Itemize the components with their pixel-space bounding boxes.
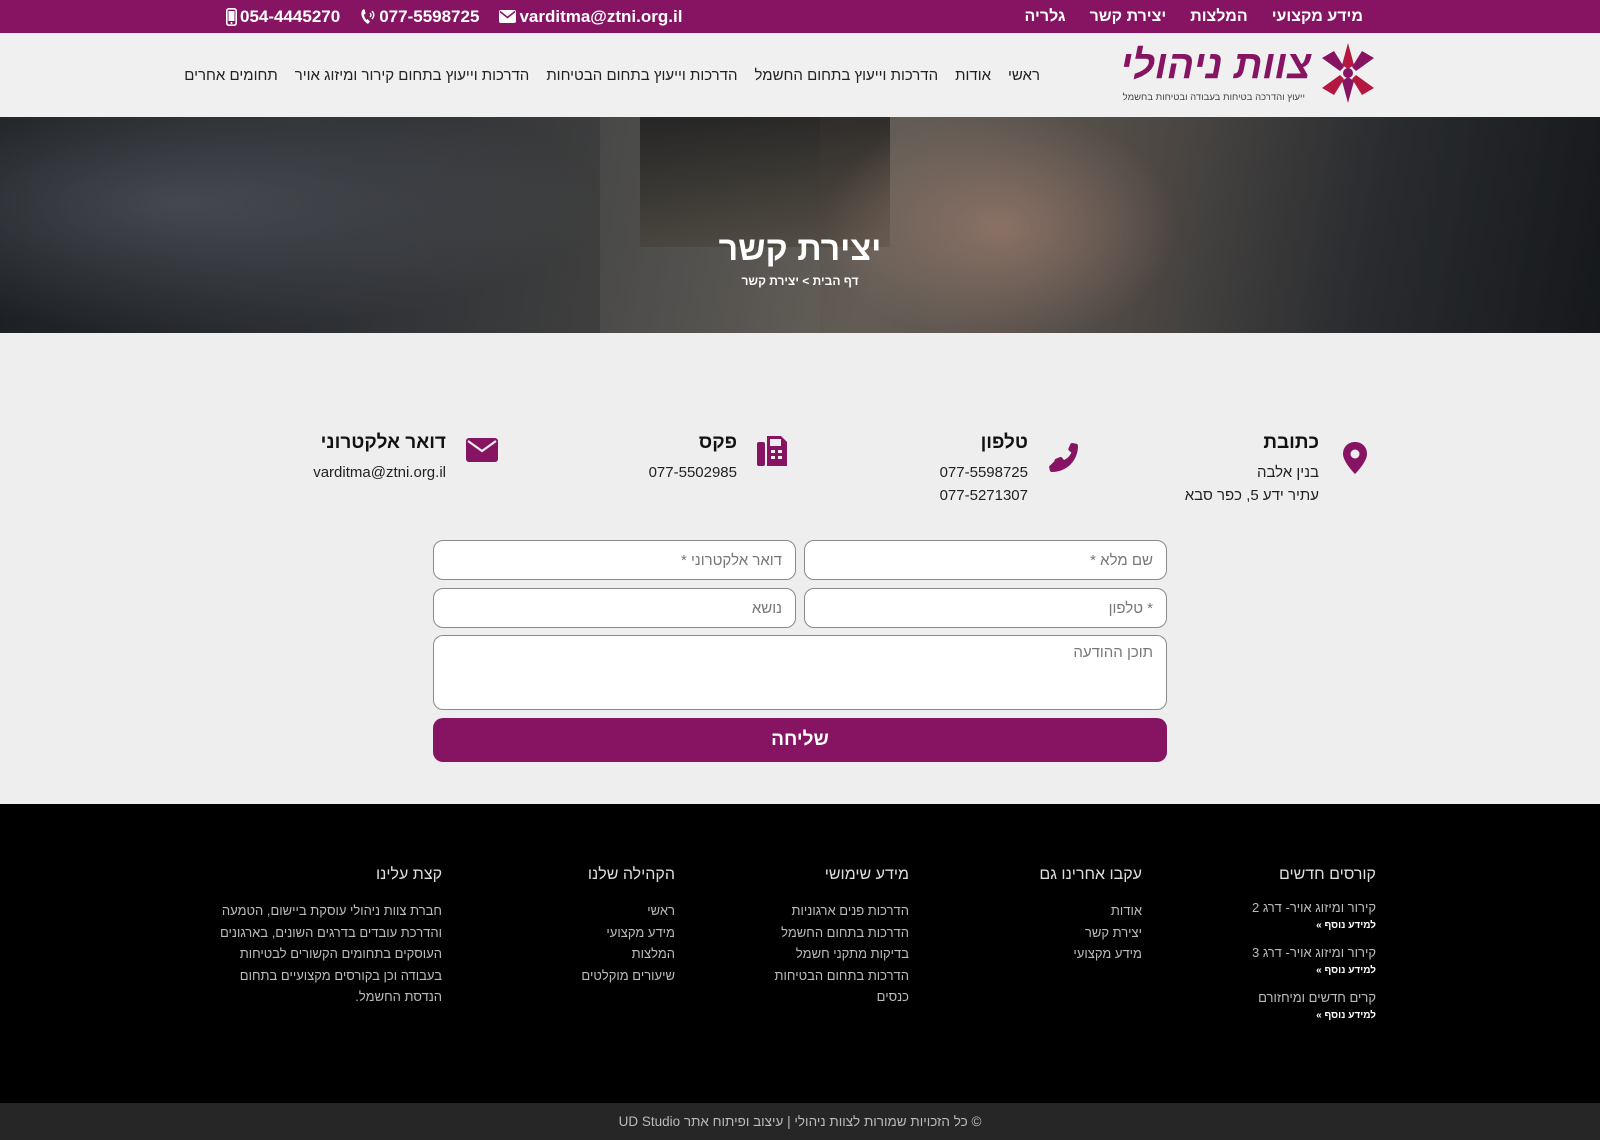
footer-link[interactable]: מידע מקצועי xyxy=(1039,943,1142,965)
info-email: דואר אלקטרוני varditma@ztni.org.il xyxy=(242,420,502,520)
info-phone-line[interactable]: 077-5598725 xyxy=(940,464,1028,481)
footer-about-title: קצת עלינו xyxy=(376,866,442,883)
footer-about: קצת עלינו חברת צוות ניהולי עוסקת ביישום,… xyxy=(219,866,442,1008)
footer-link[interactable]: מידע מקצועי xyxy=(581,922,675,944)
logo-tagline: ייעוץ והדרכה בטיחות בעבודה ובטיחות בחשמל xyxy=(1122,92,1305,103)
top-phone-text: 077-5598725 xyxy=(379,6,480,26)
copyright-bar: © כל הזכויות שמורות לצוות ניהולי | עיצוב… xyxy=(0,1103,1600,1140)
nav-home[interactable]: ראשי xyxy=(1008,67,1040,84)
subject-input[interactable] xyxy=(433,588,796,628)
top-nav-recommendations[interactable]: המלצות xyxy=(1190,8,1247,26)
hero-banner: יצירת קשר דף הבית > יצירת קשר xyxy=(0,117,1600,333)
footer-link[interactable]: הדרכות בתחום הבטיחות xyxy=(775,965,909,987)
info-address-line: בנין אלבה xyxy=(1256,464,1319,481)
top-nav-contact[interactable]: יצירת קשר xyxy=(1090,8,1167,26)
footer-link[interactable]: שיעורים מוקלטים xyxy=(581,965,675,987)
map-marker-icon xyxy=(1335,438,1375,478)
logo-title: צוות ניהולי xyxy=(1120,43,1311,87)
envelope-icon xyxy=(462,430,502,470)
contact-info: כתובת בנין אלבה עתיר ידע 5, כפר סבא טלפו… xyxy=(0,420,1600,520)
top-email-link[interactable]: varditma@ztni.org.il xyxy=(499,7,682,27)
top-mobile-link[interactable]: 054-4445270 xyxy=(226,7,340,27)
top-nav-professional-info[interactable]: מידע מקצועי xyxy=(1272,8,1363,26)
footer-community-title: הקהילה שלנו xyxy=(587,866,675,883)
footer-link[interactable]: הדרכות בתחום החשמל xyxy=(775,922,909,944)
info-address-title: כתובת xyxy=(1263,432,1319,453)
phone-icon xyxy=(1044,438,1084,478)
breadcrumb[interactable]: דף הבית > יצירת קשר xyxy=(0,274,1600,288)
message-textarea[interactable] xyxy=(433,635,1167,710)
top-bar: מידע מקצועי המלצות יצירת קשר גלריה vardi… xyxy=(0,0,1600,33)
footer-follow: עקבו אחרינו גם אודות יצירת קשר מידע מקצו… xyxy=(1039,866,1142,965)
nav-about[interactable]: אודות xyxy=(955,67,991,84)
info-fax-title: פקס xyxy=(698,432,737,453)
email-input[interactable] xyxy=(433,540,796,580)
site-logo[interactable]: צוות ניהולי ייעוץ והדרכה בטיחות בעבודה ו… xyxy=(1120,39,1378,111)
info-address: כתובת בנין אלבה עתיר ידע 5, כפר סבא xyxy=(1115,420,1375,520)
footer-link[interactable]: ראשי xyxy=(581,900,675,922)
top-contacts: varditma@ztni.org.il 077-5598725 054-444… xyxy=(226,0,682,33)
mobile-icon xyxy=(226,7,237,26)
nav-other[interactable]: תחומים אחרים xyxy=(184,67,277,84)
nav-cooling[interactable]: הדרכות וייעוץ בתחום קירור ומיזוג אויר xyxy=(295,67,530,84)
top-nav: מידע מקצועי המלצות יצירת קשר גלריה xyxy=(1025,0,1363,33)
top-mobile-text: 054-4445270 xyxy=(240,6,341,26)
info-fax-line: 077-5502985 xyxy=(648,464,737,481)
top-phone-link[interactable]: 077-5598725 xyxy=(360,7,479,27)
full-name-input[interactable] xyxy=(804,540,1167,580)
logo-star-icon xyxy=(1322,43,1374,103)
footer-about-text: העוסקים בתחומים הקשורים לבטיחות xyxy=(239,946,442,961)
footer-follow-title: עקבו אחרינו גם xyxy=(1039,866,1142,883)
footer-link[interactable]: הדרכות פנים ארגוניות xyxy=(775,900,909,922)
course-item[interactable]: קירור ומיזוג אויר- דרג 2 xyxy=(1252,900,1376,915)
info-email-line[interactable]: varditma@ztni.org.il xyxy=(313,464,446,481)
footer-about-text: חברת צוות ניהולי עוסקת ביישום, הטמעה xyxy=(221,903,442,918)
phone-input[interactable] xyxy=(804,588,1167,628)
hero-overlay xyxy=(0,117,1600,333)
footer-link[interactable]: אודות xyxy=(1039,900,1142,922)
footer-link[interactable]: כנסים xyxy=(775,986,909,1008)
course-more-link[interactable]: למידע נוסף » xyxy=(1252,1010,1376,1021)
info-email-title: דואר אלקטרוני xyxy=(320,432,446,453)
info-phone-line[interactable]: 077-5271307 xyxy=(940,487,1028,504)
site-footer: קורסים חדשים קירור ומיזוג אויר- דרג 2 למ… xyxy=(0,804,1600,1103)
footer-link[interactable]: בדיקות מתקני חשמל xyxy=(775,943,909,965)
nav-electricity[interactable]: הדרכות וייעוץ בתחום החשמל xyxy=(755,67,939,84)
course-item[interactable]: קירור ומיזוג אויר- דרג 3 xyxy=(1252,945,1376,960)
fax-icon xyxy=(753,430,793,470)
main-nav: ראשי אודות הדרכות וייעוץ בתחום החשמל הדר… xyxy=(184,33,1040,117)
submit-button[interactable]: שליחה xyxy=(433,718,1167,762)
phone-volume-icon xyxy=(361,9,375,24)
envelope-icon xyxy=(499,10,517,23)
footer-community: הקהילה שלנו ראשי מידע מקצועי המלצות שיעו… xyxy=(581,866,675,986)
footer-useful-info: מידע שימושי הדרכות פנים ארגוניות הדרכות … xyxy=(775,866,909,1008)
page-title: יצירת קשר xyxy=(718,230,882,268)
course-item[interactable]: קרים חדשים ומיחזורם xyxy=(1252,990,1376,1005)
info-phone: טלפון 077-5598725 077-5271307 xyxy=(824,420,1084,520)
site-header: צוות ניהולי ייעוץ והדרכה בטיחות בעבודה ו… xyxy=(0,33,1600,117)
footer-link[interactable]: יצירת קשר xyxy=(1039,922,1142,944)
info-address-line: עתיר ידע 5, כפר סבא xyxy=(1184,487,1319,504)
top-nav-gallery[interactable]: גלריה xyxy=(1025,8,1066,26)
footer-useful-title: מידע שימושי xyxy=(824,866,909,883)
info-phone-title: טלפון xyxy=(980,432,1028,453)
top-email-text: varditma@ztni.org.il xyxy=(519,6,683,26)
footer-about-text: והדרכת עובדים בדרגים השונים, בארגונים xyxy=(219,924,442,940)
footer-about-text: בעבודה וכן בקורסים מקצועיים בתחום xyxy=(239,967,442,983)
course-more-link[interactable]: למידע נוסף » xyxy=(1252,920,1376,931)
footer-courses-title: קורסים חדשים xyxy=(1278,866,1376,883)
footer-about-text: הנדסת החשמל. xyxy=(355,989,442,1004)
footer-new-courses: קורסים חדשים קירור ומיזוג אויר- דרג 2 למ… xyxy=(1252,866,1376,1035)
info-fax: פקס 077-5502985 xyxy=(533,420,793,520)
nav-safety[interactable]: הדרכות וייעוץ בתחום הבטיחות xyxy=(546,67,737,84)
footer-link[interactable]: המלצות xyxy=(581,943,675,965)
course-more-link[interactable]: למידע נוסף » xyxy=(1252,965,1376,976)
